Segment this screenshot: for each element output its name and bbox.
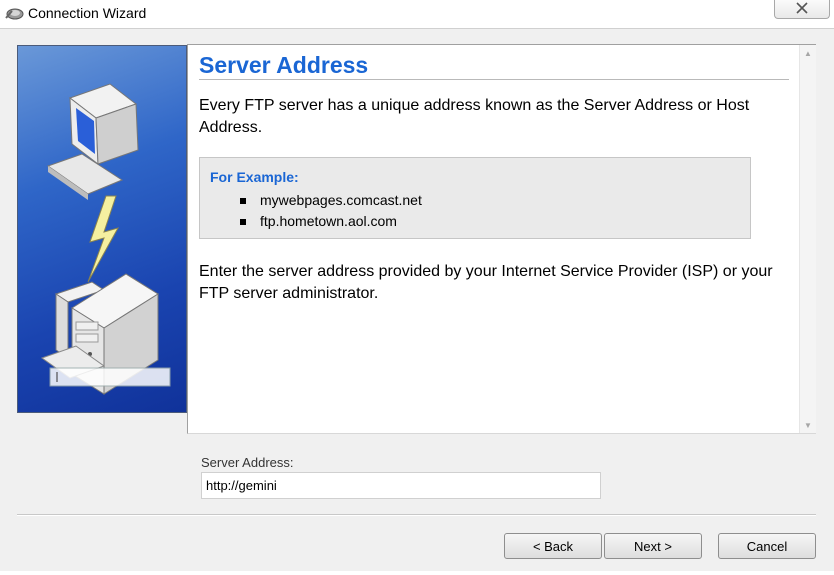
heading-divider: [199, 79, 789, 80]
list-item: ftp.hometown.aol.com: [240, 211, 422, 232]
window-title: Connection Wizard: [28, 5, 147, 21]
wizard-illustration: [17, 45, 187, 413]
example-box: For Example: mywebpages.comcast.net ftp.…: [199, 157, 751, 239]
footer-divider: [17, 514, 816, 516]
server-address-label: Server Address:: [201, 455, 294, 470]
example-list: mywebpages.comcast.net ftp.hometown.aol.…: [240, 190, 422, 232]
list-item: mywebpages.comcast.net: [240, 190, 422, 211]
network-wizard-icon: [4, 5, 24, 21]
client-computer-icon: [46, 83, 139, 200]
bullet-icon: [240, 219, 246, 225]
title-bar: Connection Wizard: [0, 0, 834, 28]
window-bottom-edge: [0, 571, 834, 575]
vertical-scrollbar[interactable]: ▲ ▼: [799, 45, 816, 433]
bullet-icon: [240, 198, 246, 204]
content-panel: Server Address Every FTP server has a un…: [187, 44, 816, 434]
cancel-button[interactable]: Cancel: [718, 533, 816, 559]
example-item-text: mywebpages.comcast.net: [260, 192, 422, 208]
server-address-input[interactable]: [201, 472, 601, 499]
intro-text: Every FTP server has a unique address kn…: [199, 97, 750, 136]
page-title: Server Address: [199, 52, 369, 78]
next-button[interactable]: Next >: [604, 533, 702, 559]
scroll-up-icon[interactable]: ▲: [800, 45, 816, 61]
scroll-down-icon[interactable]: ▼: [800, 417, 816, 433]
example-item-text: ftp.hometown.aol.com: [260, 213, 397, 229]
close-button[interactable]: [774, 0, 830, 19]
instructions-text: Enter the server address provided by you…: [199, 263, 773, 302]
back-button[interactable]: < Back: [504, 533, 602, 559]
close-icon: [795, 1, 809, 17]
example-label: For Example:: [210, 169, 299, 185]
